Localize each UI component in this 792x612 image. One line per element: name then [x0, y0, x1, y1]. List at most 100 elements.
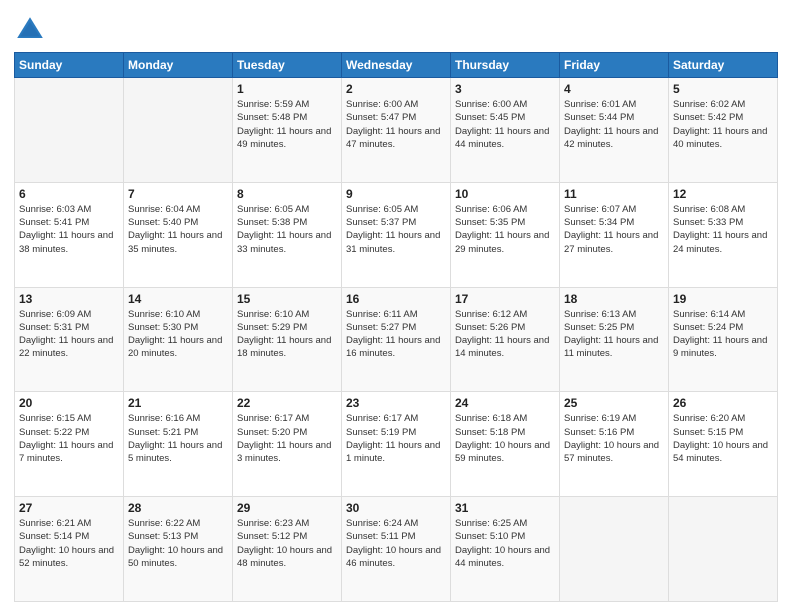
day-info: Sunrise: 6:19 AM Sunset: 5:16 PM Dayligh… — [564, 412, 664, 465]
calendar-cell: 14 Sunrise: 6:10 AM Sunset: 5:30 PM Dayli… — [124, 287, 233, 392]
calendar-cell: 15 Sunrise: 6:10 AM Sunset: 5:29 PM Dayli… — [233, 287, 342, 392]
day-info: Sunrise: 6:24 AM Sunset: 5:11 PM Dayligh… — [346, 517, 446, 570]
calendar-cell — [124, 78, 233, 183]
calendar-cell: 25 Sunrise: 6:19 AM Sunset: 5:16 PM Dayli… — [560, 392, 669, 497]
calendar-cell: 9 Sunrise: 6:05 AM Sunset: 5:37 PM Daylig… — [342, 182, 451, 287]
weekday-header: Tuesday — [233, 53, 342, 78]
day-number: 9 — [346, 187, 446, 201]
calendar-cell: 3 Sunrise: 6:00 AM Sunset: 5:45 PM Daylig… — [451, 78, 560, 183]
calendar-cell: 21 Sunrise: 6:16 AM Sunset: 5:21 PM Dayli… — [124, 392, 233, 497]
day-info: Sunrise: 6:14 AM Sunset: 5:24 PM Dayligh… — [673, 308, 773, 361]
day-number: 11 — [564, 187, 664, 201]
calendar-cell: 16Sunrise: 6:11 AM Sunset: 5:27 PM Dayli… — [342, 287, 451, 392]
day-number: 4 — [564, 82, 664, 96]
calendar-week-row: 1 Sunrise: 5:59 AM Sunset: 5:48 PM Daylig… — [15, 78, 778, 183]
calendar-cell: 19 Sunrise: 6:14 AM Sunset: 5:24 PM Dayli… — [669, 287, 778, 392]
day-info: Sunrise: 6:02 AM Sunset: 5:42 PM Dayligh… — [673, 98, 773, 151]
day-info: Sunrise: 6:20 AM Sunset: 5:15 PM Dayligh… — [673, 412, 773, 465]
calendar-cell: 11 Sunrise: 6:07 AM Sunset: 5:34 PM Dayli… — [560, 182, 669, 287]
day-number: 29 — [237, 501, 337, 515]
day-number: 20 — [19, 396, 119, 410]
calendar-week-row: 27 Sunrise: 6:21 AM Sunset: 5:14 PM Dayli… — [15, 497, 778, 602]
weekday-header: Monday — [124, 53, 233, 78]
day-number: 31 — [455, 501, 555, 515]
day-info: Sunrise: 6:10 AM Sunset: 5:30 PM Dayligh… — [128, 308, 228, 361]
day-info: Sunrise: 6:04 AM Sunset: 5:40 PM Dayligh… — [128, 203, 228, 256]
calendar-cell: 28 Sunrise: 6:22 AM Sunset: 5:13 PM Dayli… — [124, 497, 233, 602]
day-info: Sunrise: 6:03 AM Sunset: 5:41 PM Dayligh… — [19, 203, 119, 256]
day-info: Sunrise: 5:59 AM Sunset: 5:48 PM Dayligh… — [237, 98, 337, 151]
day-number: 3 — [455, 82, 555, 96]
day-info: Sunrise: 6:06 AM Sunset: 5:35 PM Dayligh… — [455, 203, 555, 256]
day-number: 22 — [237, 396, 337, 410]
day-info: Sunrise: 6:05 AM Sunset: 5:37 PM Dayligh… — [346, 203, 446, 256]
day-info: Sunrise: 6:16 AM Sunset: 5:21 PM Dayligh… — [128, 412, 228, 465]
day-info: Sunrise: 6:17 AM Sunset: 5:20 PM Dayligh… — [237, 412, 337, 465]
calendar-cell: 24 Sunrise: 6:18 AM Sunset: 5:18 PM Dayli… — [451, 392, 560, 497]
day-number: 30 — [346, 501, 446, 515]
calendar-cell: 23 Sunrise: 6:17 AM Sunset: 5:19 PM Dayli… — [342, 392, 451, 497]
day-info: Sunrise: 6:00 AM Sunset: 5:45 PM Dayligh… — [455, 98, 555, 151]
calendar-cell: 27 Sunrise: 6:21 AM Sunset: 5:14 PM Dayli… — [15, 497, 124, 602]
day-info: Sunrise: 6:17 AM Sunset: 5:19 PM Dayligh… — [346, 412, 446, 465]
day-number: 5 — [673, 82, 773, 96]
day-number: 14 — [128, 292, 228, 306]
calendar-cell: 31 Sunrise: 6:25 AM Sunset: 5:10 PM Dayli… — [451, 497, 560, 602]
calendar-cell: 10Sunrise: 6:06 AM Sunset: 5:35 PM Dayli… — [451, 182, 560, 287]
calendar-cell — [15, 78, 124, 183]
day-number: 7 — [128, 187, 228, 201]
day-number: 21 — [128, 396, 228, 410]
day-info: Sunrise: 6:22 AM Sunset: 5:13 PM Dayligh… — [128, 517, 228, 570]
calendar-cell: 17 Sunrise: 6:12 AM Sunset: 5:26 PM Dayli… — [451, 287, 560, 392]
day-number: 25 — [564, 396, 664, 410]
day-number: 6 — [19, 187, 119, 201]
calendar-cell: 1 Sunrise: 5:59 AM Sunset: 5:48 PM Daylig… — [233, 78, 342, 183]
day-number: 19 — [673, 292, 773, 306]
day-info: Sunrise: 6:25 AM Sunset: 5:10 PM Dayligh… — [455, 517, 555, 570]
weekday-header: Thursday — [451, 53, 560, 78]
day-info: Sunrise: 6:12 AM Sunset: 5:26 PM Dayligh… — [455, 308, 555, 361]
day-info: Sunrise: 6:05 AM Sunset: 5:38 PM Dayligh… — [237, 203, 337, 256]
weekday-header: Wednesday — [342, 53, 451, 78]
logo-icon — [14, 14, 46, 46]
day-number: 18 — [564, 292, 664, 306]
calendar-cell: 12Sunrise: 6:08 AM Sunset: 5:33 PM Dayli… — [669, 182, 778, 287]
page: SundayMondayTuesdayWednesdayThursdayFrid… — [0, 0, 792, 612]
day-info: Sunrise: 6:21 AM Sunset: 5:14 PM Dayligh… — [19, 517, 119, 570]
day-info: Sunrise: 6:10 AM Sunset: 5:29 PM Dayligh… — [237, 308, 337, 361]
day-number: 16 — [346, 292, 446, 306]
calendar-cell: 22 Sunrise: 6:17 AM Sunset: 5:20 PM Dayli… — [233, 392, 342, 497]
day-number: 15 — [237, 292, 337, 306]
day-number: 2 — [346, 82, 446, 96]
day-number: 1 — [237, 82, 337, 96]
calendar-cell: 2 Sunrise: 6:00 AM Sunset: 5:47 PM Daylig… — [342, 78, 451, 183]
day-number: 12 — [673, 187, 773, 201]
day-info: Sunrise: 6:00 AM Sunset: 5:47 PM Dayligh… — [346, 98, 446, 151]
day-info: Sunrise: 6:15 AM Sunset: 5:22 PM Dayligh… — [19, 412, 119, 465]
calendar-cell: 29 Sunrise: 6:23 AM Sunset: 5:12 PM Dayli… — [233, 497, 342, 602]
calendar-week-row: 6 Sunrise: 6:03 AM Sunset: 5:41 PM Daylig… — [15, 182, 778, 287]
calendar-cell: 30 Sunrise: 6:24 AM Sunset: 5:11 PM Dayli… — [342, 497, 451, 602]
calendar-week-row: 13Sunrise: 6:09 AM Sunset: 5:31 PM Dayli… — [15, 287, 778, 392]
day-number: 8 — [237, 187, 337, 201]
day-info: Sunrise: 6:07 AM Sunset: 5:34 PM Dayligh… — [564, 203, 664, 256]
day-number: 28 — [128, 501, 228, 515]
weekday-header: Sunday — [15, 53, 124, 78]
day-info: Sunrise: 6:13 AM Sunset: 5:25 PM Dayligh… — [564, 308, 664, 361]
weekday-header: Friday — [560, 53, 669, 78]
calendar-cell: 18 Sunrise: 6:13 AM Sunset: 5:25 PM Dayli… — [560, 287, 669, 392]
day-number: 26 — [673, 396, 773, 410]
day-number: 17 — [455, 292, 555, 306]
day-info: Sunrise: 6:01 AM Sunset: 5:44 PM Dayligh… — [564, 98, 664, 151]
day-number: 13 — [19, 292, 119, 306]
logo — [14, 14, 50, 46]
calendar-week-row: 20 Sunrise: 6:15 AM Sunset: 5:22 PM Dayli… — [15, 392, 778, 497]
calendar-cell: 26 Sunrise: 6:20 AM Sunset: 5:15 PM Dayli… — [669, 392, 778, 497]
calendar-cell: 7 Sunrise: 6:04 AM Sunset: 5:40 PM Daylig… — [124, 182, 233, 287]
day-number: 27 — [19, 501, 119, 515]
day-info: Sunrise: 6:23 AM Sunset: 5:12 PM Dayligh… — [237, 517, 337, 570]
day-info: Sunrise: 6:18 AM Sunset: 5:18 PM Dayligh… — [455, 412, 555, 465]
day-number: 23 — [346, 396, 446, 410]
calendar-cell: 8 Sunrise: 6:05 AM Sunset: 5:38 PM Daylig… — [233, 182, 342, 287]
day-number: 24 — [455, 396, 555, 410]
